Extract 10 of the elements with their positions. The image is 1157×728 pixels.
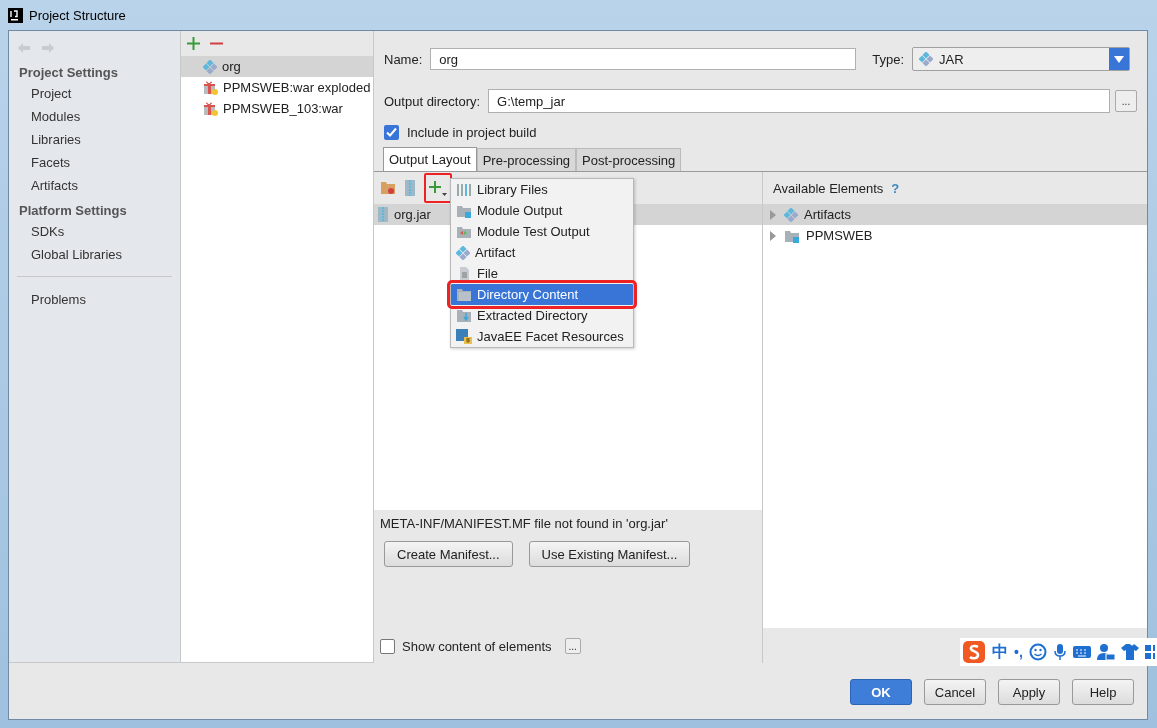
section-heading: Project Settings bbox=[18, 64, 119, 82]
panel-title: Available Elements bbox=[773, 180, 884, 196]
field-label: Type: bbox=[872, 51, 905, 67]
field-label: Name: bbox=[384, 51, 423, 67]
window-title: Project Structure bbox=[29, 7, 126, 23]
field-label: Output directory: bbox=[384, 93, 481, 109]
checkbox-label: Include in project build bbox=[407, 124, 537, 140]
manifest-message: META-INF/MANIFEST.MF file not found in 'org.jar' bbox=[379, 515, 669, 531]
checkbox-label: Show content of elements bbox=[402, 638, 552, 654]
section-heading: Platform Settings bbox=[18, 202, 128, 220]
